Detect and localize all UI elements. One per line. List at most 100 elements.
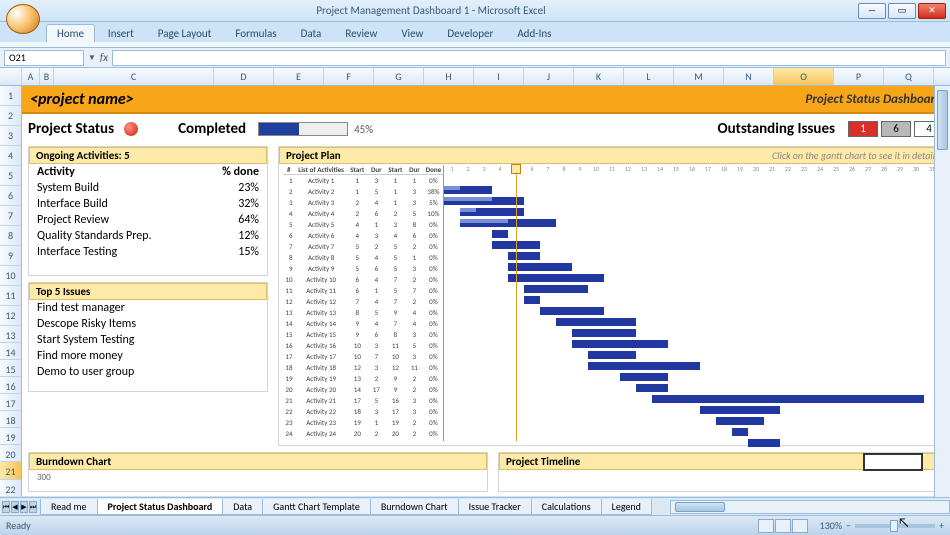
sheet-tab[interactable]: Read me (40, 499, 98, 515)
gantt-row: 17Activity 171071030% (283, 351, 443, 362)
ribbon-tab-review[interactable]: Review (334, 24, 388, 42)
col-header-C[interactable]: C (54, 68, 214, 85)
row-header-9[interactable]: 9 (0, 246, 21, 266)
sheet-tab[interactable]: Calculations (531, 499, 602, 515)
row-header-8[interactable]: 8 (0, 226, 21, 246)
close-button[interactable]: ✕ (918, 3, 946, 19)
sheet-tab[interactable]: Data (222, 499, 263, 515)
gantt-bar[interactable] (524, 296, 540, 304)
row-header-16[interactable]: 16 (0, 377, 21, 394)
gantt-bar[interactable] (572, 329, 636, 337)
col-header-J[interactable]: J (524, 68, 574, 85)
gantt-bar[interactable] (540, 307, 604, 315)
row-header-19[interactable]: 19 (0, 428, 21, 445)
ribbon-tab-data[interactable]: Data (290, 24, 333, 42)
ribbon-tab-add-ins[interactable]: Add-Ins (506, 24, 562, 42)
ribbon-tab-home[interactable]: Home (46, 24, 95, 42)
fx-icon[interactable]: fx (100, 51, 108, 64)
row-header-7[interactable]: 7 (0, 206, 21, 226)
hscroll-thumb[interactable] (675, 502, 725, 512)
formula-row: O21 ▼ fx (0, 48, 950, 68)
scrollbar-thumb[interactable] (937, 90, 948, 150)
office-button[interactable] (6, 4, 40, 34)
gantt-bar[interactable] (732, 428, 748, 436)
row-header-14[interactable]: 14 (0, 343, 21, 360)
sheet-tab[interactable]: Issue Tracker (458, 499, 532, 515)
col-header-O[interactable]: O (774, 68, 834, 85)
zoom-out-icon[interactable]: − (846, 519, 851, 532)
gantt-bar[interactable] (508, 274, 604, 282)
col-header-M[interactable]: M (674, 68, 724, 85)
gantt-bar[interactable] (508, 252, 540, 260)
gantt-bar[interactable] (748, 439, 780, 447)
gantt-bar[interactable] (700, 406, 780, 414)
col-header-F[interactable]: F (324, 68, 374, 85)
row-header-21[interactable]: 21 (0, 462, 21, 480)
view-mode-buttons[interactable] (758, 519, 808, 533)
gantt-bar[interactable] (716, 417, 764, 425)
selected-cell-O21[interactable] (863, 453, 923, 471)
row-header-1[interactable]: 1 (0, 86, 21, 106)
gantt-bar[interactable] (636, 384, 668, 392)
gantt-bar[interactable] (556, 318, 636, 326)
gantt-bar[interactable] (524, 285, 588, 293)
row-header-20[interactable]: 20 (0, 445, 21, 462)
col-header-P[interactable]: P (834, 68, 884, 85)
gantt-bar[interactable] (492, 230, 508, 238)
sheet-tab[interactable]: Project Status Dashboard (97, 499, 224, 515)
maximize-button[interactable]: ▭ (888, 3, 916, 19)
gantt-bar[interactable] (572, 340, 668, 348)
ribbon-tab-developer[interactable]: Developer (436, 24, 504, 42)
col-header-N[interactable]: N (724, 68, 774, 85)
gantt-bar[interactable] (652, 395, 924, 403)
formula-bar[interactable] (112, 50, 946, 66)
gantt-row: 24Activity 242022020% (283, 428, 443, 439)
row-header-18[interactable]: 18 (0, 411, 21, 428)
row-header-10[interactable]: 10 (0, 266, 21, 286)
zoom-slider[interactable] (855, 524, 935, 528)
col-header-L[interactable]: L (624, 68, 674, 85)
name-box[interactable]: O21 (4, 50, 84, 66)
col-header-D[interactable]: D (214, 68, 274, 85)
row-header-13[interactable]: 13 (0, 326, 21, 343)
row-header-15[interactable]: 15 (0, 360, 21, 377)
ribbon-tab-formulas[interactable]: Formulas (224, 24, 287, 42)
gantt-bar[interactable] (508, 263, 572, 271)
horizontal-scrollbar[interactable] (670, 500, 950, 514)
select-all-corner[interactable] (0, 68, 22, 85)
row-header-6[interactable]: 6 (0, 186, 21, 206)
col-header-I[interactable]: I (474, 68, 524, 85)
vertical-scrollbar[interactable] (934, 86, 950, 497)
gantt-bar[interactable] (588, 362, 700, 370)
row-header-5[interactable]: 5 (0, 166, 21, 186)
gantt-bar[interactable] (588, 351, 636, 359)
col-header-Q[interactable]: Q (884, 68, 934, 85)
row-header-12[interactable]: 12 (0, 306, 21, 326)
row-header-11[interactable]: 11 (0, 286, 21, 306)
row-header-17[interactable]: 17 (0, 394, 21, 411)
gantt-bar[interactable] (620, 373, 668, 381)
col-header-K[interactable]: K (574, 68, 624, 85)
col-header-A[interactable]: A (22, 68, 40, 85)
col-header-G[interactable]: G (374, 68, 424, 85)
namebox-dropdown-icon[interactable]: ▼ (88, 53, 96, 63)
sheet-tab[interactable]: Legend (601, 499, 652, 515)
project-plan-panel[interactable]: Project Plan Click on the gantt chart to… (278, 146, 944, 446)
col-header-H[interactable]: H (424, 68, 474, 85)
ribbon-tab-insert[interactable]: Insert (97, 24, 145, 42)
col-header-B[interactable]: B (40, 68, 54, 85)
tab-nav-buttons[interactable]: ⏮◀▶⏭ (2, 501, 37, 513)
ribbon-tab-view[interactable]: View (390, 24, 434, 42)
issue-item: Find more money (29, 348, 267, 364)
zoom-level[interactable]: 130% (820, 519, 842, 532)
worksheet[interactable]: <project name> Project Status Dashboard … (22, 86, 950, 496)
ribbon-tab-pagelayout[interactable]: Page Layout (147, 24, 223, 42)
col-header-E[interactable]: E (274, 68, 324, 85)
zoom-in-icon[interactable]: + (939, 519, 944, 532)
row-header-2[interactable]: 2 (0, 106, 21, 126)
row-header-4[interactable]: 4 (0, 146, 21, 166)
sheet-tab[interactable]: Gantt Chart Template (262, 499, 371, 515)
sheet-tab[interactable]: Burndown Chart (370, 499, 459, 515)
row-header-3[interactable]: 3 (0, 126, 21, 146)
minimize-button[interactable]: — (858, 3, 886, 19)
